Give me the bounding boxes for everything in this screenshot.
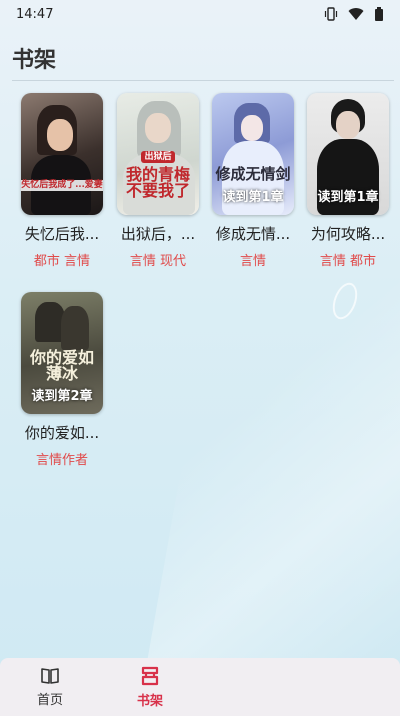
cover-title-text: 我的青梅不要我了 — [125, 165, 190, 200]
reading-progress: 读到第2章 — [31, 389, 93, 404]
book-item[interactable]: 修成无情剑 读到第1章 修成无情... 言情 — [211, 93, 295, 269]
book-item[interactable]: 读到第1章 为何攻略... 言情 都市 — [306, 93, 390, 269]
vibrate-icon — [324, 7, 338, 21]
tab-bookshelf[interactable]: 书架 — [100, 658, 200, 716]
bottom-tab-bar: 首页 书架 — [0, 658, 400, 716]
cover-badge: 出狱后 — [117, 151, 199, 163]
tab-home[interactable]: 首页 — [0, 658, 100, 716]
book-cover[interactable]: 修成无情剑 读到第1章 — [212, 93, 294, 215]
book-title: 出狱后，... — [120, 225, 196, 243]
cover-art — [21, 93, 103, 215]
cover-title-text: 你的爱如薄冰 — [29, 348, 94, 383]
cover-title-text: 失忆后我成了...爱妻 — [21, 180, 103, 191]
book-title: 修成无情... — [215, 225, 291, 243]
book-tags: 言情作者 — [35, 453, 88, 468]
status-bar: 14:47 — [0, 0, 400, 28]
book-tags: 言情 都市 — [319, 254, 377, 269]
cover-title-text: 修成无情剑 — [215, 165, 291, 183]
tab-label: 书架 — [136, 693, 163, 709]
cover-small-text: 出狱后 — [141, 151, 175, 163]
reading-progress: 读到第1章 — [317, 190, 379, 205]
book-title: 你的爱如... — [24, 424, 100, 442]
book-cover[interactable]: 你的爱如薄冰 读到第2章 — [21, 292, 103, 414]
header-divider — [12, 80, 394, 81]
bookshelf-icon — [141, 666, 159, 685]
wifi-icon — [348, 8, 364, 20]
book-item[interactable]: 出狱后 我的青梅不要我了 出狱后，... 言情 现代 — [116, 93, 200, 269]
book-tags: 都市 言情 — [33, 254, 91, 269]
book-item[interactable]: 失忆后我成了...爱妻 失忆后我... 都市 言情 — [20, 93, 104, 269]
book-item[interactable]: 你的爱如薄冰 读到第2章 你的爱如... 言情作者 — [20, 292, 104, 468]
page-title: 书架 — [12, 48, 57, 73]
tab-label: 首页 — [36, 692, 63, 708]
status-icons — [324, 7, 384, 21]
book-open-icon — [41, 667, 59, 684]
book-tags: 言情 现代 — [129, 254, 187, 269]
battery-icon — [375, 7, 383, 21]
book-cover[interactable]: 读到第1章 — [307, 93, 389, 215]
background-shine — [138, 240, 400, 710]
book-tags: 言情 — [239, 254, 266, 269]
book-cover[interactable]: 失忆后我成了...爱妻 — [21, 93, 103, 215]
status-time: 14:47 — [16, 6, 54, 22]
book-title: 为何攻略... — [310, 225, 386, 243]
book-title: 失忆后我... — [24, 225, 100, 243]
book-cover[interactable]: 出狱后 我的青梅不要我了 — [117, 93, 199, 215]
reading-progress: 读到第1章 — [222, 190, 284, 205]
